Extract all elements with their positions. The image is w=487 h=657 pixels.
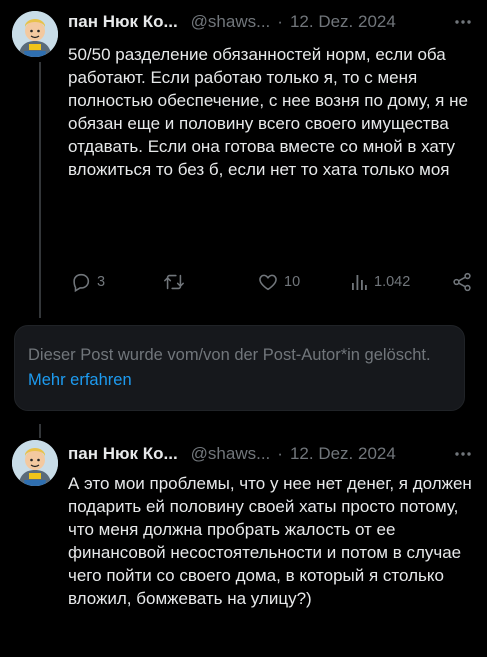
more-button[interactable] (451, 443, 475, 465)
learn-more-link[interactable]: Mehr erfahren (28, 371, 132, 389)
like-button[interactable]: 10 (257, 269, 300, 295)
views-bars-icon (352, 275, 367, 290)
more-button[interactable] (451, 11, 475, 33)
reply-bubble-icon (73, 273, 90, 293)
view-count: 1.042 (374, 274, 411, 290)
more-dots-icon (455, 20, 471, 24)
share-icon (453, 272, 471, 292)
thread-view: пан Нюк Ко... @shaws... · 12. Dez. 2024 … (0, 0, 487, 657)
reply-button[interactable]: 3 (70, 269, 105, 295)
retweet-icon (164, 274, 184, 290)
tweet-text: А это мои проблемы, что у нее нет денег,… (68, 472, 473, 610)
more-dots-icon (455, 452, 471, 456)
author-handle[interactable]: @shaws... (191, 12, 271, 32)
deleted-post-notice: Dieser Post wurde vom/von der Post-Autor… (14, 325, 465, 411)
avatar-image-icon (12, 440, 58, 486)
tweet-text: 50/50 разделение обязанностей норм, если… (68, 43, 473, 181)
tweet-header: пан Нюк Ко... @shaws... · 12. Dez. 2024 (68, 443, 475, 465)
views-button[interactable]: 1.042 (349, 269, 410, 295)
deleted-post-message: Dieser Post wurde vom/von der Post-Autor… (28, 346, 431, 364)
avatar[interactable] (12, 11, 58, 57)
tweet-text-content: А это мои проблемы, что у нее нет денег,… (68, 474, 472, 608)
deleted-post-text-block: Dieser Post wurde vom/von der Post-Autor… (28, 343, 458, 393)
heart-icon (259, 274, 277, 291)
tweet-1[interactable]: пан Нюк Ко... @shaws... · 12. Dez. 2024 … (0, 0, 487, 320)
post-date[interactable]: 12. Dez. 2024 (290, 444, 396, 464)
tweet-text-content: 50/50 разделение обязанностей норм, если… (68, 45, 468, 179)
post-date[interactable]: 12. Dez. 2024 (290, 12, 396, 32)
author-name[interactable]: пан Нюк Ко... (68, 444, 178, 464)
author-name[interactable]: пан Нюк Ко... (68, 12, 178, 32)
avatar[interactable] (12, 440, 58, 486)
retweet-button[interactable] (162, 269, 191, 295)
author-handle[interactable]: @shaws... (191, 444, 271, 464)
action-bar: 3 10 1.042 (68, 269, 473, 295)
tweet-header: пан Нюк Ко... @shaws... · 12. Dez. 2024 (68, 11, 475, 33)
tweet-2[interactable]: пан Нюк Ко... @shaws... · 12. Dez. 2024 … (0, 430, 487, 657)
share-button[interactable] (451, 269, 473, 295)
reply-count: 3 (97, 274, 106, 290)
avatar-image-icon (12, 11, 58, 57)
like-count: 10 (284, 274, 301, 290)
header-separator: · (277, 12, 283, 31)
header-separator: · (277, 444, 283, 463)
